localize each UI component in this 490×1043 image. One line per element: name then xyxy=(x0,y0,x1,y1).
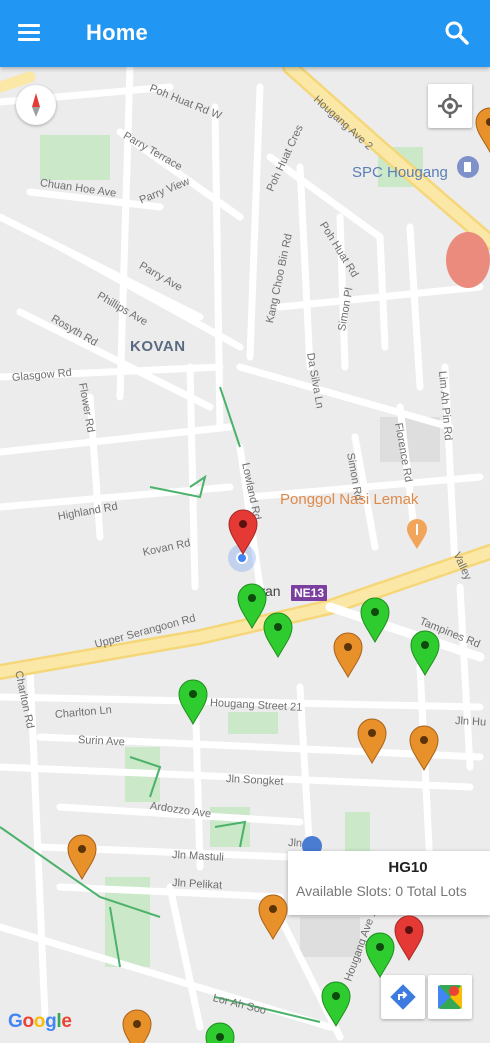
search-icon[interactable] xyxy=(442,18,472,48)
selected-location-marker[interactable] xyxy=(228,509,258,556)
parking-marker[interactable] xyxy=(263,612,293,659)
parking-marker[interactable] xyxy=(333,632,363,679)
parking-marker[interactable] xyxy=(409,725,439,772)
directions-icon[interactable] xyxy=(381,975,425,1019)
mrt-station-badge: NE13 xyxy=(291,585,328,601)
info-window-title: HG10 xyxy=(388,859,428,876)
page-title: Home xyxy=(86,20,148,45)
compass-icon[interactable] xyxy=(16,85,56,125)
parking-marker[interactable] xyxy=(122,1009,152,1043)
app-bar: Home xyxy=(0,0,490,67)
parking-marker[interactable] xyxy=(357,718,387,765)
google-maps-icon[interactable] xyxy=(428,975,472,1019)
poi-label-spc: SPC Hougang xyxy=(352,164,448,181)
parking-marker[interactable] xyxy=(321,981,351,1028)
street-label: Jln Pelikat xyxy=(171,877,223,892)
gas-station-icon[interactable] xyxy=(456,155,480,181)
area-label: KOVAN xyxy=(130,338,186,355)
mall-icon[interactable] xyxy=(446,232,490,288)
poi-label-restaurant: Ponggol Nasi Lemak xyxy=(280,491,419,508)
info-window[interactable]: HG10 Available Slots: 0 Total Lots xyxy=(288,851,490,915)
street-label: Surin Ave xyxy=(77,734,126,749)
parking-marker[interactable] xyxy=(360,597,390,644)
parking-marker[interactable] xyxy=(178,679,208,726)
my-location-icon[interactable] xyxy=(428,84,472,128)
parking-marker[interactable] xyxy=(258,894,288,941)
street-label: Jln Hu xyxy=(454,715,487,729)
parking-marker[interactable] xyxy=(205,1022,235,1043)
parking-marker[interactable] xyxy=(410,630,440,677)
parking-marker[interactable] xyxy=(365,932,395,979)
parking-marker[interactable] xyxy=(475,107,490,154)
google-logo: Google xyxy=(8,1011,72,1032)
hamburger-menu-icon[interactable] xyxy=(18,20,48,48)
map-view[interactable]: KOVAN Poh Huat Rd W Parry Terrace Chuan … xyxy=(0,67,490,1043)
parking-marker[interactable] xyxy=(67,834,97,881)
selected-parking-marker[interactable] xyxy=(394,915,424,962)
info-window-text: Available Slots: 0 Total Lots xyxy=(296,883,467,899)
restaurant-icon[interactable] xyxy=(405,519,429,551)
